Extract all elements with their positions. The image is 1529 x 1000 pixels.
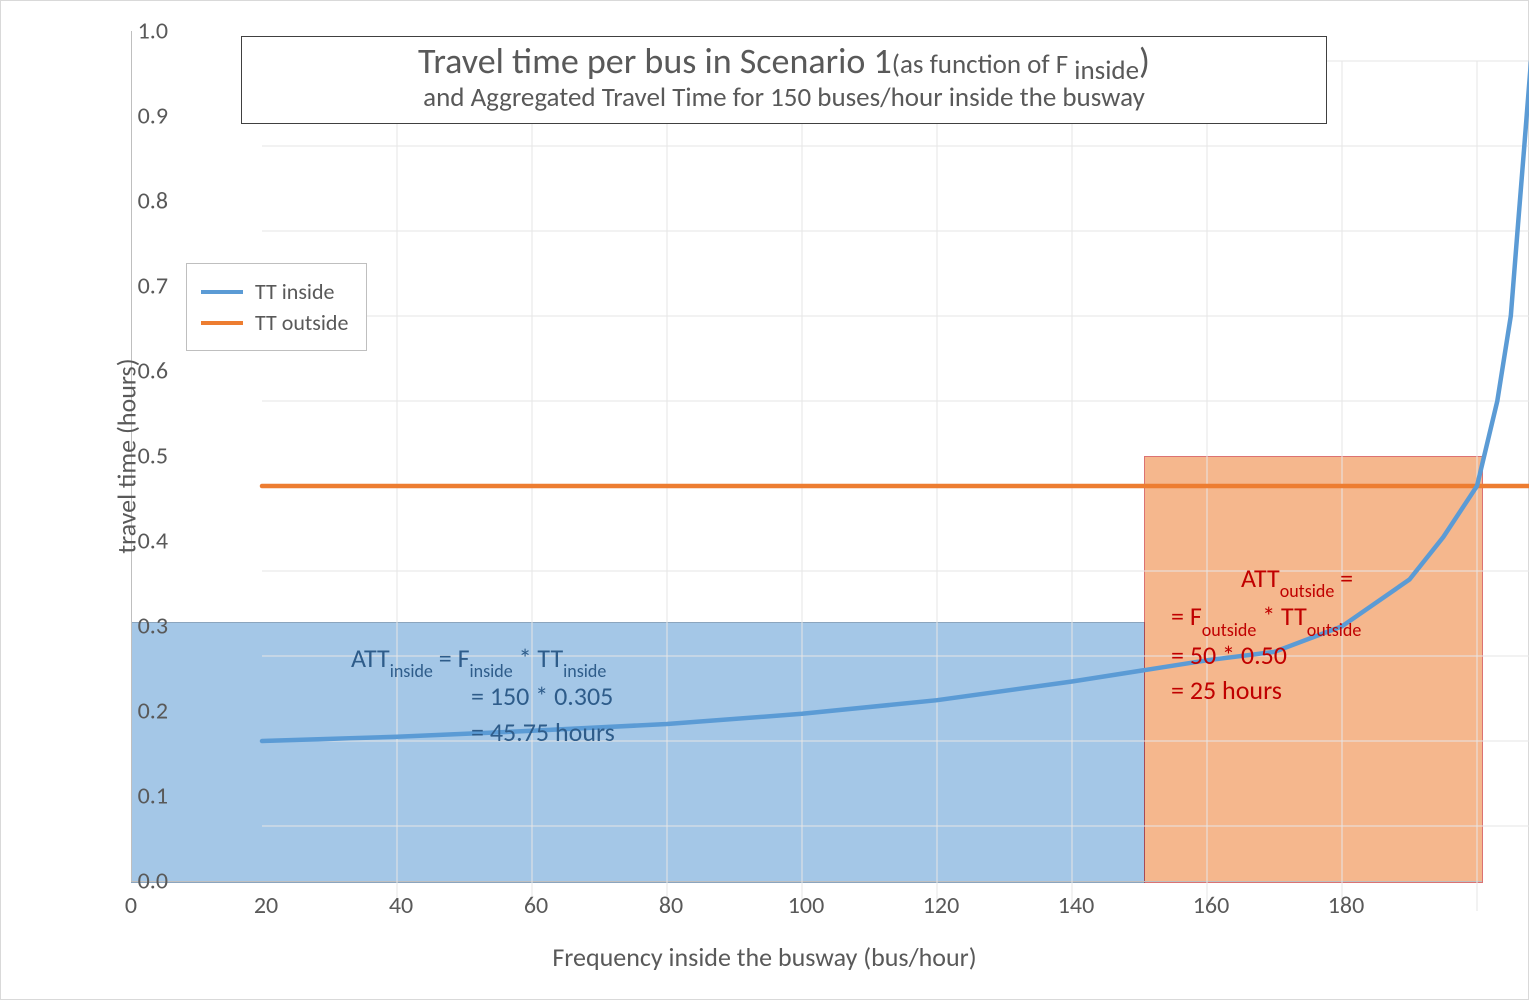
annot-outside-line3: = 50 * 0.50 (1171, 638, 1461, 673)
y-tick: 0.7 (118, 272, 168, 301)
title-part-a: Travel time per bus in Scenario 1 (418, 39, 892, 83)
annot-outside-line2: = Foutside * TToutside (1171, 599, 1461, 637)
txt: = (1334, 562, 1353, 594)
y-tick: 1.0 (118, 17, 168, 46)
annot-outside-line4: = 25 hours (1171, 673, 1461, 708)
title-part-b-open: ( (892, 48, 900, 81)
x-tick: 60 (506, 891, 566, 920)
annot-inside-line2: = 150 * 0.305 (351, 679, 971, 714)
legend-label-outside: TT outside (255, 309, 348, 336)
sub: inside (563, 660, 606, 682)
annotation-att-outside: ATToutside = = Foutside * TToutside = 50… (1171, 561, 1461, 708)
title-part-b-close: ) (1139, 39, 1150, 83)
x-tick: 40 (371, 891, 431, 920)
x-tick: 120 (911, 891, 971, 920)
x-tick: 180 (1316, 891, 1376, 920)
legend-label-inside: TT inside (255, 278, 334, 305)
legend-item-outside: TT outside (201, 309, 348, 336)
x-tick: 20 (236, 891, 296, 920)
txt: * TT (1256, 600, 1306, 632)
chart-container: 0.0 0.1 0.2 0.3 0.4 0.5 0.6 0.7 0.8 0.9 … (0, 0, 1529, 1000)
sub: outside (1202, 619, 1257, 641)
chart-title-box: Travel time per bus in Scenario 1(as fun… (241, 36, 1327, 124)
sub: inside (470, 660, 513, 682)
title-part-b-sub: inside (1068, 54, 1139, 87)
annot-inside-line1: ATTinside = Finside * TTinside (351, 641, 971, 679)
txt: = F (433, 642, 470, 674)
legend-swatch-orange (201, 321, 243, 325)
legend: TT inside TT outside (186, 263, 367, 351)
annot-inside-line3: = 45.75 hours (351, 715, 971, 750)
plot-svg (262, 61, 1529, 911)
y-tick: 0.2 (118, 697, 168, 726)
txt: ATT (1241, 562, 1280, 594)
x-axis-label: Frequency inside the busway (bus/hour) (1, 941, 1528, 973)
txt: * TT (513, 642, 563, 674)
sub: outside (1280, 580, 1335, 602)
legend-item-inside: TT inside (201, 278, 348, 305)
chart-title-line2: and Aggregated Travel Time for 150 buses… (254, 82, 1314, 113)
x-tick: 80 (641, 891, 701, 920)
y-tick: 0.8 (118, 187, 168, 216)
x-tick: 140 (1046, 891, 1106, 920)
y-tick: 0.3 (118, 612, 168, 641)
txt: ATT (351, 642, 390, 674)
x-tick: 160 (1181, 891, 1241, 920)
chart-title-line1: Travel time per bus in Scenario 1(as fun… (254, 41, 1314, 82)
x-tick: 100 (776, 891, 836, 920)
sub: outside (1307, 619, 1362, 641)
x-tick: 0 (101, 891, 161, 920)
plot-area (131, 31, 1482, 882)
title-part-b-text: as function of F (900, 48, 1068, 81)
annotation-att-inside: ATTinside = Finside * TTinside = 150 * 0… (351, 641, 971, 750)
y-tick: 0.9 (118, 102, 168, 131)
y-axis-label: travel time (hours) (111, 358, 143, 553)
y-tick: 0.1 (118, 782, 168, 811)
sub: inside (390, 660, 433, 682)
txt: = F (1171, 600, 1202, 632)
annot-outside-line1: ATToutside = (1171, 561, 1461, 599)
legend-swatch-blue (201, 290, 243, 294)
